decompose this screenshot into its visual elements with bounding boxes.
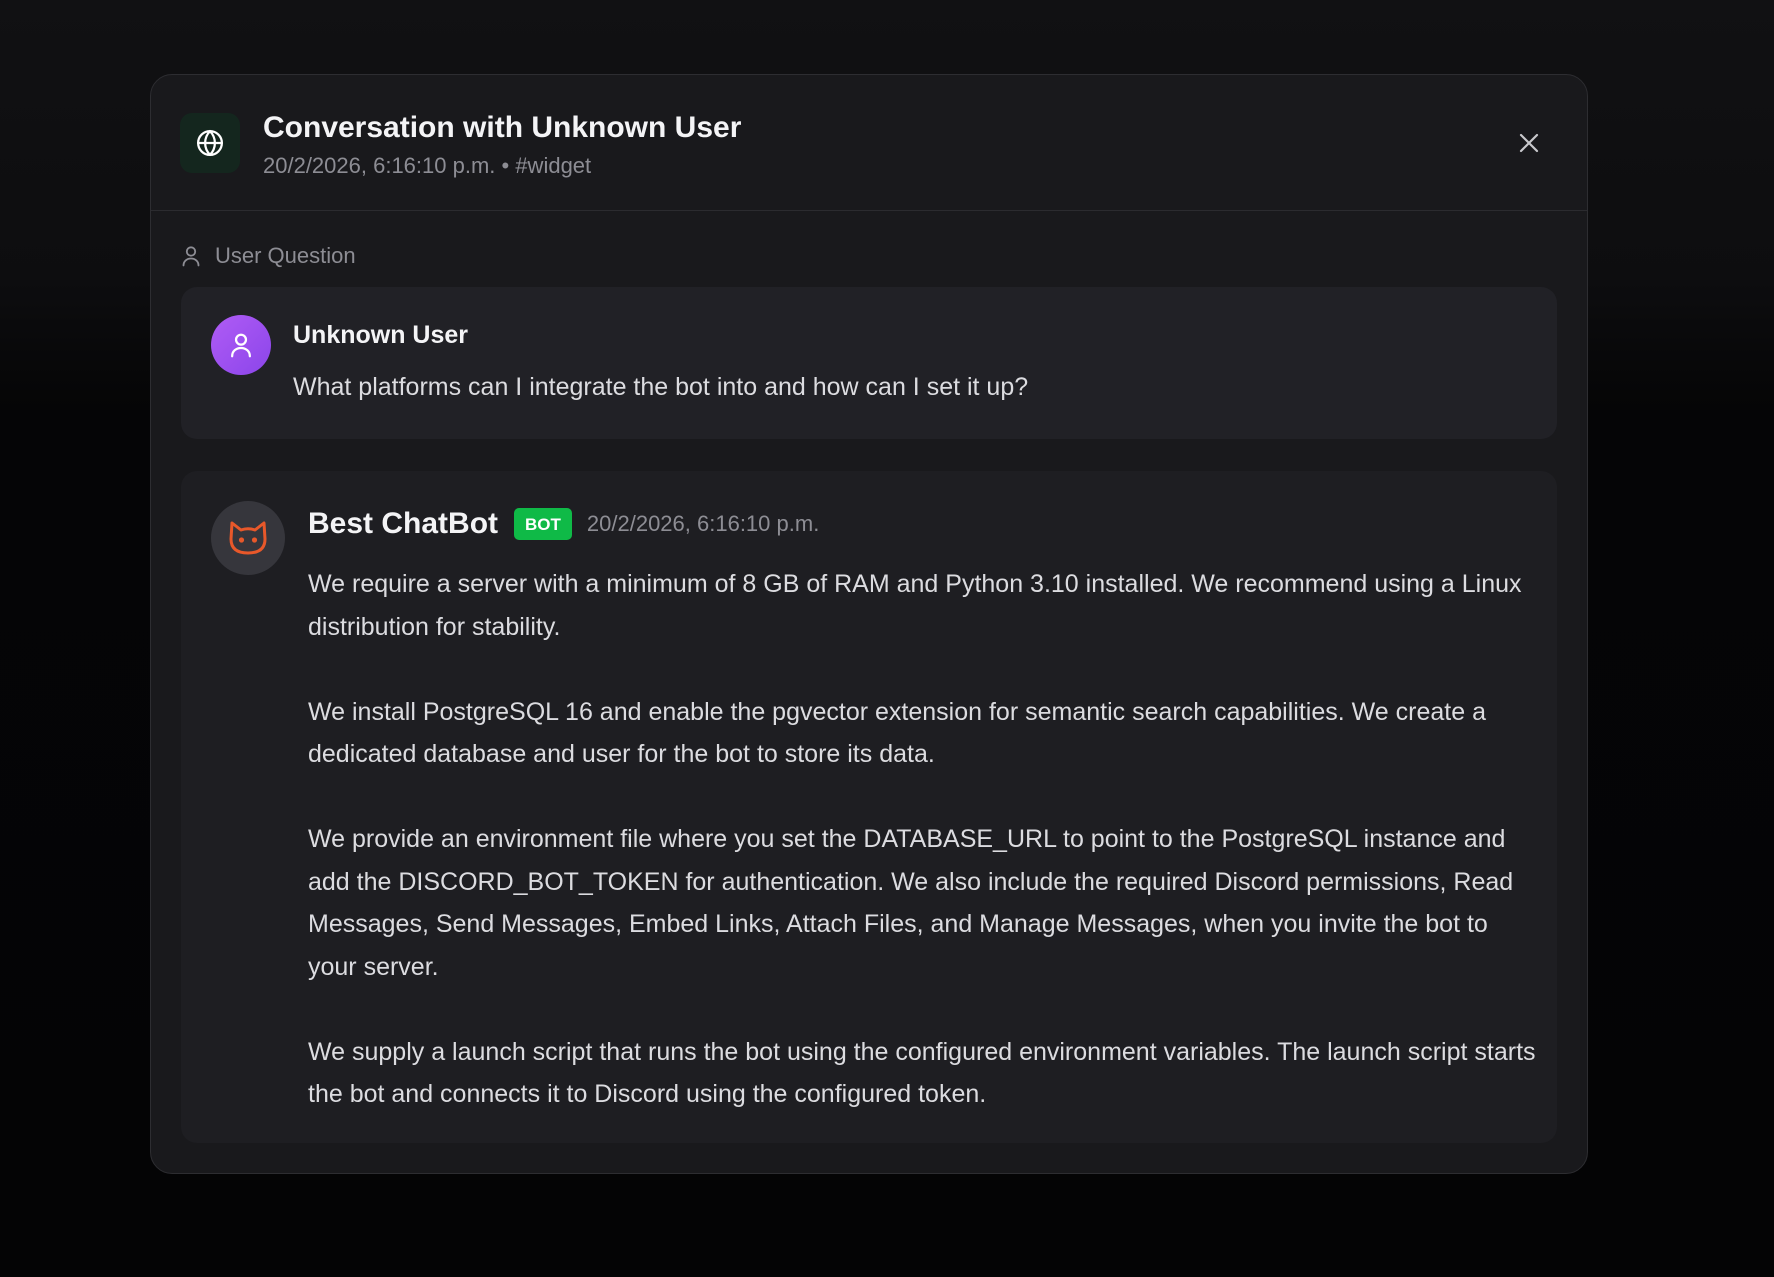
page-title: Conversation with Unknown User <box>263 111 742 144</box>
bot-header: Best ChatBot BOT 20/2/2026, 6:16:10 p.m. <box>308 507 819 541</box>
bot-paragraph: We require a server with a minimum of 8 … <box>308 570 1522 641</box>
section-label-text: User Question <box>215 243 356 268</box>
conversation-meta: 20/2/2026, 6:16:10 p.m. • #widget <box>263 153 592 178</box>
cat-face-icon <box>229 521 267 555</box>
bot-message-card: Best ChatBot BOT 20/2/2026, 6:16:10 p.m.… <box>181 471 1557 1143</box>
modal-header: Conversation with Unknown User 20/2/2026… <box>151 75 1587 211</box>
user-message-text: What platforms can I integrate the bot i… <box>293 373 1029 401</box>
user-name: Unknown User <box>293 321 469 349</box>
section-label-user-question: User Question <box>181 243 356 269</box>
bot-paragraph: We provide an environment file where you… <box>308 825 1514 981</box>
bot-avatar <box>211 501 285 575</box>
globe-icon <box>180 113 240 173</box>
conversation-modal: Conversation with Unknown User 20/2/2026… <box>150 74 1588 1174</box>
close-button[interactable] <box>1511 125 1547 161</box>
avatar <box>211 315 271 375</box>
user-icon <box>182 246 200 267</box>
bot-message-body: We require a server with a minimum of 8 … <box>308 563 1538 1116</box>
bot-name: Best ChatBot <box>308 507 499 540</box>
close-icon <box>1519 133 1539 153</box>
user-icon <box>231 333 251 358</box>
bot-paragraph: We supply a launch script that runs the … <box>308 1037 1536 1109</box>
bot-badge: BOT <box>514 508 572 540</box>
bot-paragraph: We install PostgreSQL 16 and enable the … <box>308 697 1486 769</box>
user-message-card: Unknown User What platforms can I integr… <box>181 287 1557 439</box>
bot-timestamp: 20/2/2026, 6:16:10 p.m. <box>586 511 820 536</box>
